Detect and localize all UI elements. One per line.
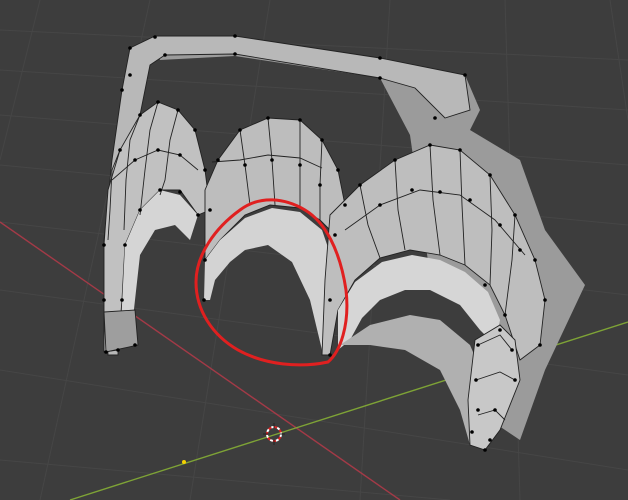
- arch-mesh[interactable]: [102, 34, 585, 452]
- 3d-cursor-icon[interactable]: [263, 423, 285, 445]
- viewport-canvas[interactable]: [0, 0, 628, 500]
- object-origin-dot: [182, 460, 186, 464]
- mesh-underside: [340, 315, 490, 445]
- 3d-viewport[interactable]: [0, 0, 628, 500]
- mesh-left-pillar-base: [103, 309, 139, 353]
